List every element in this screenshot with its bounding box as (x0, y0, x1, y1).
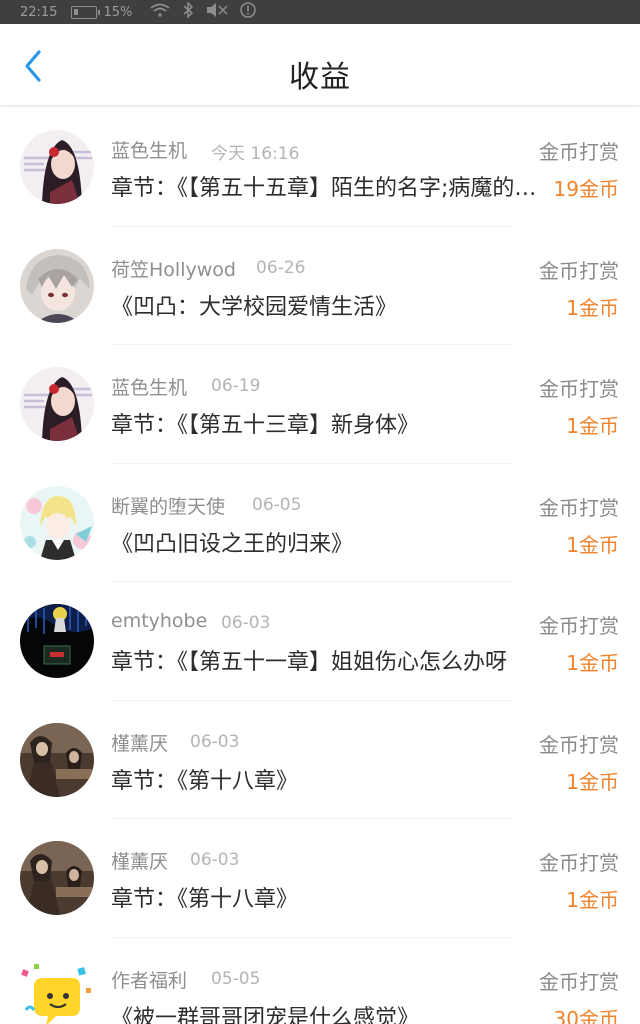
list-item[interactable]: 蓝色生机 06-19 章节：《【第五十三章】新身体》 金币打赏 1金币 (0, 345, 640, 464)
wifi-icon (150, 3, 170, 21)
tip-type: 金币打赏 (539, 851, 619, 875)
user-name[interactable]: 断翼的堕天使 (111, 492, 225, 519)
user-avatar[interactable] (20, 130, 94, 204)
tip-type: 金币打赏 (539, 732, 619, 757)
user-avatar[interactable] (20, 367, 94, 441)
tip-content[interactable]: 《凹凸旧设之王的归来》 (111, 526, 543, 558)
list-item[interactable]: emtyhobe 06-03 章节：《【第五十一章】姐姐伤心怎么办呀 金币打赏 … (0, 582, 640, 701)
list-item[interactable]: 槿薰厌 06-03 章节：《第十八章》 金币打赏 1金币 (0, 701, 640, 819)
tip-type: 金币打赏 (539, 377, 619, 401)
user-name[interactable]: emtyhobe (111, 610, 207, 632)
alert-icon (240, 2, 257, 22)
tip-date: 06-19 (211, 376, 261, 396)
user-avatar[interactable] (20, 604, 94, 678)
user-avatar[interactable] (20, 841, 94, 915)
tip-date: 今天 16:16 (211, 144, 300, 164)
user-avatar[interactable] (20, 485, 94, 560)
user-name[interactable]: 槿薰厌 (111, 847, 168, 874)
status-time: 22:15 (20, 4, 58, 20)
tip-date: 06-05 (252, 494, 302, 515)
tip-date: 05-05 (211, 968, 261, 989)
tip-type: 金币打赏 (539, 495, 619, 520)
user-avatar[interactable] (20, 248, 94, 323)
list-item[interactable]: 槿薰厌 06-03 章节：《第十八章》 金币打赏 1金币 (0, 819, 640, 938)
tip-amount: 1金币 (566, 769, 619, 794)
tip-content[interactable]: 《被一群哥哥团宠是什么感觉》 (111, 1000, 543, 1024)
user-avatar[interactable] (20, 722, 94, 797)
tip-amount: 1金币 (566, 532, 619, 557)
earnings-list: 蓝色生机 今天 16:16 章节：《【第五十五章】陌生的名字;病魔的折磨 金币打… (0, 108, 640, 1024)
header-bar: 收益 (0, 24, 640, 106)
tip-content[interactable]: 章节：《第十八章》 (111, 763, 543, 795)
tip-amount: 1金币 (566, 888, 619, 912)
battery-percent: 15% (103, 4, 133, 20)
tip-amount: 1金币 (566, 295, 619, 320)
tip-content[interactable]: 章节：《第十八章》 (111, 881, 543, 913)
tip-type: 金币打赏 (539, 969, 619, 994)
tip-type: 金币打赏 (539, 140, 619, 164)
tip-content[interactable]: 章节：《【第五十一章】姐姐伤心怎么办呀 (111, 644, 543, 676)
tip-content[interactable]: 《凹凸：大学校园爱情生活》 (111, 289, 543, 321)
list-item[interactable]: 作者福利 05-05 《被一群哥哥团宠是什么感觉》 金币打赏 30金币 (0, 938, 640, 1024)
user-name[interactable]: 蓝色生机 (111, 136, 187, 163)
list-item[interactable]: 蓝色生机 今天 16:16 章节：《【第五十五章】陌生的名字;病魔的折磨 金币打… (0, 108, 640, 227)
tip-type: 金币打赏 (539, 258, 619, 283)
status-bar: 22:15 15% (0, 0, 640, 24)
tip-content[interactable]: 章节：《【第五十五章】陌生的名字;病魔的折磨 (111, 170, 543, 202)
tip-amount: 19金币 (553, 177, 619, 201)
tip-type: 金币打赏 (539, 614, 619, 638)
tip-date: 06-03 (190, 731, 240, 752)
bluetooth-icon (182, 1, 194, 22)
tip-amount: 30金币 (553, 1006, 619, 1024)
list-item[interactable]: 断翼的堕天使 06-05 《凹凸旧设之王的归来》 金币打赏 1金币 (0, 464, 640, 582)
user-name[interactable]: 蓝色生机 (111, 373, 187, 400)
user-name[interactable]: 荷笠Hollywod (111, 255, 236, 282)
mute-icon (206, 3, 228, 21)
tip-date: 06-03 (190, 850, 240, 870)
battery-icon (71, 5, 101, 19)
tip-date: 06-03 (221, 613, 271, 633)
list-item[interactable]: 荷笠Hollywod 06-26 《凹凸：大学校园爱情生活》 金币打赏 1金币 (0, 227, 640, 345)
user-avatar[interactable] (20, 960, 94, 1024)
page-title: 收益 (289, 60, 351, 95)
tip-amount: 1金币 (566, 414, 619, 438)
tip-date: 06-26 (256, 257, 306, 278)
tip-content[interactable]: 章节：《【第五十三章】新身体》 (111, 407, 543, 439)
user-name[interactable]: 作者福利 (111, 966, 187, 993)
tip-amount: 1金币 (566, 651, 619, 675)
user-name[interactable]: 槿薰厌 (111, 729, 168, 756)
